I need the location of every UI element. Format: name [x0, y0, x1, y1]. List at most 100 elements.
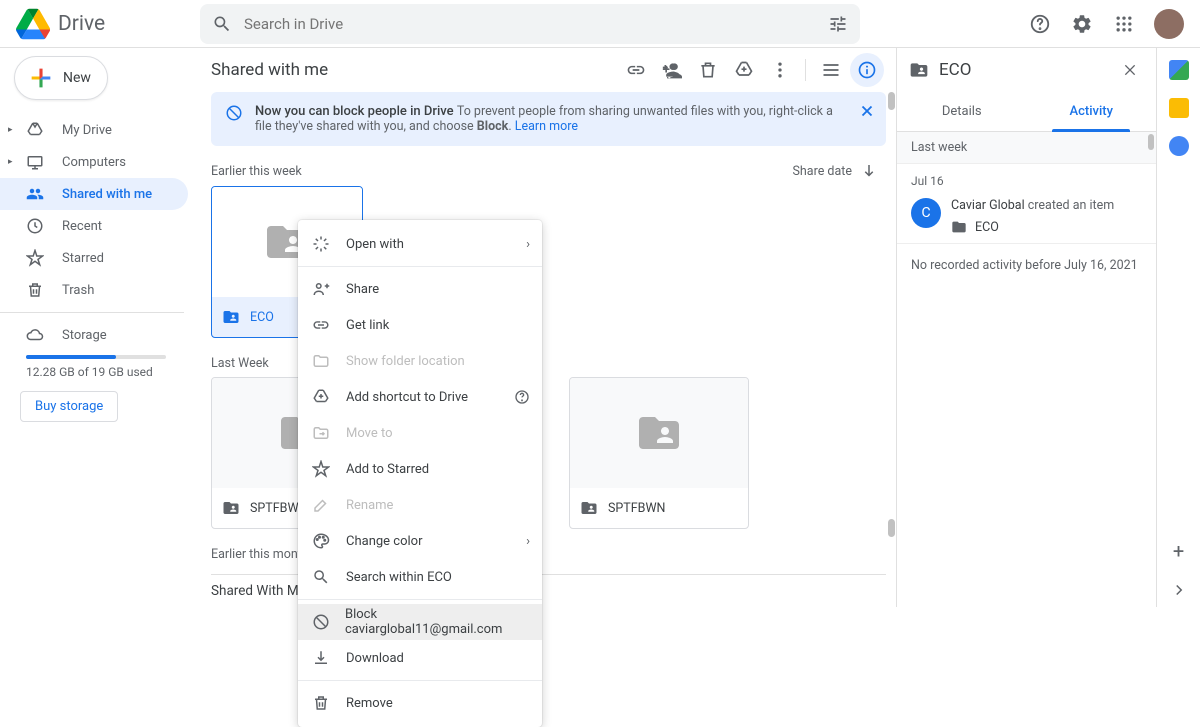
- activity-item: C Caviar Global created an item ECO: [897, 194, 1156, 243]
- menu-search-within[interactable]: Search within ECO: [298, 559, 542, 595]
- details-scrollbar[interactable]: [1148, 134, 1154, 150]
- apps-icon[interactable]: [1106, 6, 1142, 42]
- nav-shared-with-me[interactable]: Shared with me: [0, 178, 188, 210]
- nav-storage[interactable]: Storage: [0, 319, 188, 351]
- activity-date: Jul 16: [897, 164, 1156, 194]
- get-link-icon[interactable]: [619, 53, 653, 87]
- search-input[interactable]: [244, 15, 828, 33]
- chevron-right-icon: ›: [526, 237, 530, 252]
- search-icon: [212, 14, 232, 34]
- learn-more-link[interactable]: Learn more: [515, 119, 578, 134]
- trash-icon: [312, 694, 332, 712]
- nav-trash[interactable]: Trash: [0, 274, 188, 306]
- menu-move-to: Move to: [298, 415, 542, 451]
- page-title: Shared with me: [211, 60, 619, 80]
- add-app-icon[interactable]: +: [1173, 539, 1184, 563]
- sort-arrow-icon[interactable]: [860, 162, 878, 180]
- menu-open-with[interactable]: Open with ›: [298, 226, 542, 262]
- shared-folder-icon: [222, 308, 240, 326]
- scrollbar[interactable]: [886, 92, 896, 607]
- section-earlier-week: Earlier this week: [211, 164, 792, 179]
- cloud-icon: [26, 326, 46, 344]
- drive-logo-icon: [16, 7, 50, 41]
- search-icon: [312, 568, 332, 586]
- keep-app-icon[interactable]: [1169, 98, 1189, 118]
- folder-shared-glyph: [628, 409, 690, 457]
- banner-close-icon[interactable]: [858, 102, 876, 120]
- tasks-app-icon[interactable]: [1169, 136, 1189, 156]
- add-shortcut-icon[interactable]: [727, 53, 761, 87]
- folder-icon: [951, 219, 967, 235]
- my-drive-icon: [26, 121, 46, 139]
- tab-activity[interactable]: Activity: [1027, 92, 1157, 131]
- recent-icon: [26, 217, 46, 235]
- star-icon: [312, 460, 332, 478]
- menu-add-shortcut[interactable]: Add shortcut to Drive: [298, 379, 542, 415]
- menu-share[interactable]: Share: [298, 271, 542, 307]
- block-banner: Now you can block people in Drive To pre…: [211, 92, 886, 146]
- new-button[interactable]: New: [14, 56, 108, 100]
- close-details-icon[interactable]: [1116, 56, 1144, 84]
- download-icon: [312, 649, 332, 667]
- activity-file-link[interactable]: ECO: [951, 219, 1114, 235]
- star-icon: [26, 249, 46, 267]
- settings-icon[interactable]: [1064, 6, 1100, 42]
- nav-starred[interactable]: Starred: [0, 242, 188, 274]
- file-sptf2[interactable]: SPTFBWN: [569, 377, 749, 529]
- new-button-label: New: [63, 70, 91, 86]
- search-bar[interactable]: [200, 4, 860, 44]
- sort-label[interactable]: Share date: [792, 164, 852, 179]
- buy-storage-button[interactable]: Buy storage: [20, 391, 118, 422]
- share-icon[interactable]: [655, 53, 689, 87]
- plus-icon: [27, 64, 55, 92]
- folder-icon: [312, 352, 332, 370]
- menu-rename: Rename: [298, 487, 542, 523]
- storage-bar: [26, 355, 166, 359]
- menu-download[interactable]: Download: [298, 640, 542, 676]
- menu-block[interactable]: Block caviarglobal11@gmail.com: [298, 604, 542, 640]
- menu-get-link[interactable]: Get link: [298, 307, 542, 343]
- palette-icon: [312, 532, 332, 550]
- shared-folder-icon: [909, 60, 929, 80]
- shared-folder-icon: [580, 499, 598, 517]
- menu-change-color[interactable]: Change color ›: [298, 523, 542, 559]
- menu-show-folder: Show folder location: [298, 343, 542, 379]
- app-name: Drive: [58, 12, 105, 36]
- tab-details[interactable]: Details: [897, 92, 1027, 131]
- context-menu: Open with › Share Get link Show folder l…: [298, 220, 542, 727]
- nav-computers[interactable]: ▸ Computers: [0, 146, 188, 178]
- menu-add-starred[interactable]: Add to Starred: [298, 451, 542, 487]
- block-icon: [312, 613, 331, 631]
- drive-logo[interactable]: Drive: [16, 7, 200, 41]
- info-icon[interactable]: [850, 53, 884, 87]
- move-icon: [312, 424, 332, 442]
- hide-rail-icon[interactable]: [1170, 581, 1188, 599]
- chevron-right-icon: ›: [526, 534, 530, 549]
- add-shortcut-icon: [312, 388, 332, 406]
- delete-icon[interactable]: [691, 53, 725, 87]
- open-with-icon: [312, 235, 332, 253]
- share-icon: [312, 280, 332, 298]
- more-icon[interactable]: [763, 53, 797, 87]
- computers-icon: [26, 153, 46, 171]
- shared-folder-icon: [222, 499, 240, 517]
- trash-icon: [26, 281, 46, 299]
- shared-icon: [26, 185, 46, 203]
- nav-my-drive[interactable]: ▸ My Drive: [0, 114, 188, 146]
- calendar-app-icon[interactable]: [1169, 60, 1189, 80]
- banner-title: Now you can block people in Drive: [255, 104, 454, 119]
- activity-avatar: C: [911, 198, 941, 228]
- menu-remove[interactable]: Remove: [298, 685, 542, 721]
- help-icon[interactable]: [514, 389, 530, 405]
- rename-icon: [312, 496, 332, 514]
- details-title: ECO: [939, 60, 1106, 80]
- expand-icon[interactable]: ▸: [8, 125, 13, 135]
- expand-icon[interactable]: ▸: [8, 157, 13, 167]
- nav-recent[interactable]: Recent: [0, 210, 188, 242]
- help-icon[interactable]: [1022, 6, 1058, 42]
- tune-icon[interactable]: [828, 14, 848, 34]
- avatar[interactable]: [1154, 9, 1184, 39]
- link-icon: [312, 316, 332, 334]
- storage-text: 12.28 GB of 19 GB used: [26, 365, 200, 379]
- list-view-icon[interactable]: [814, 53, 848, 87]
